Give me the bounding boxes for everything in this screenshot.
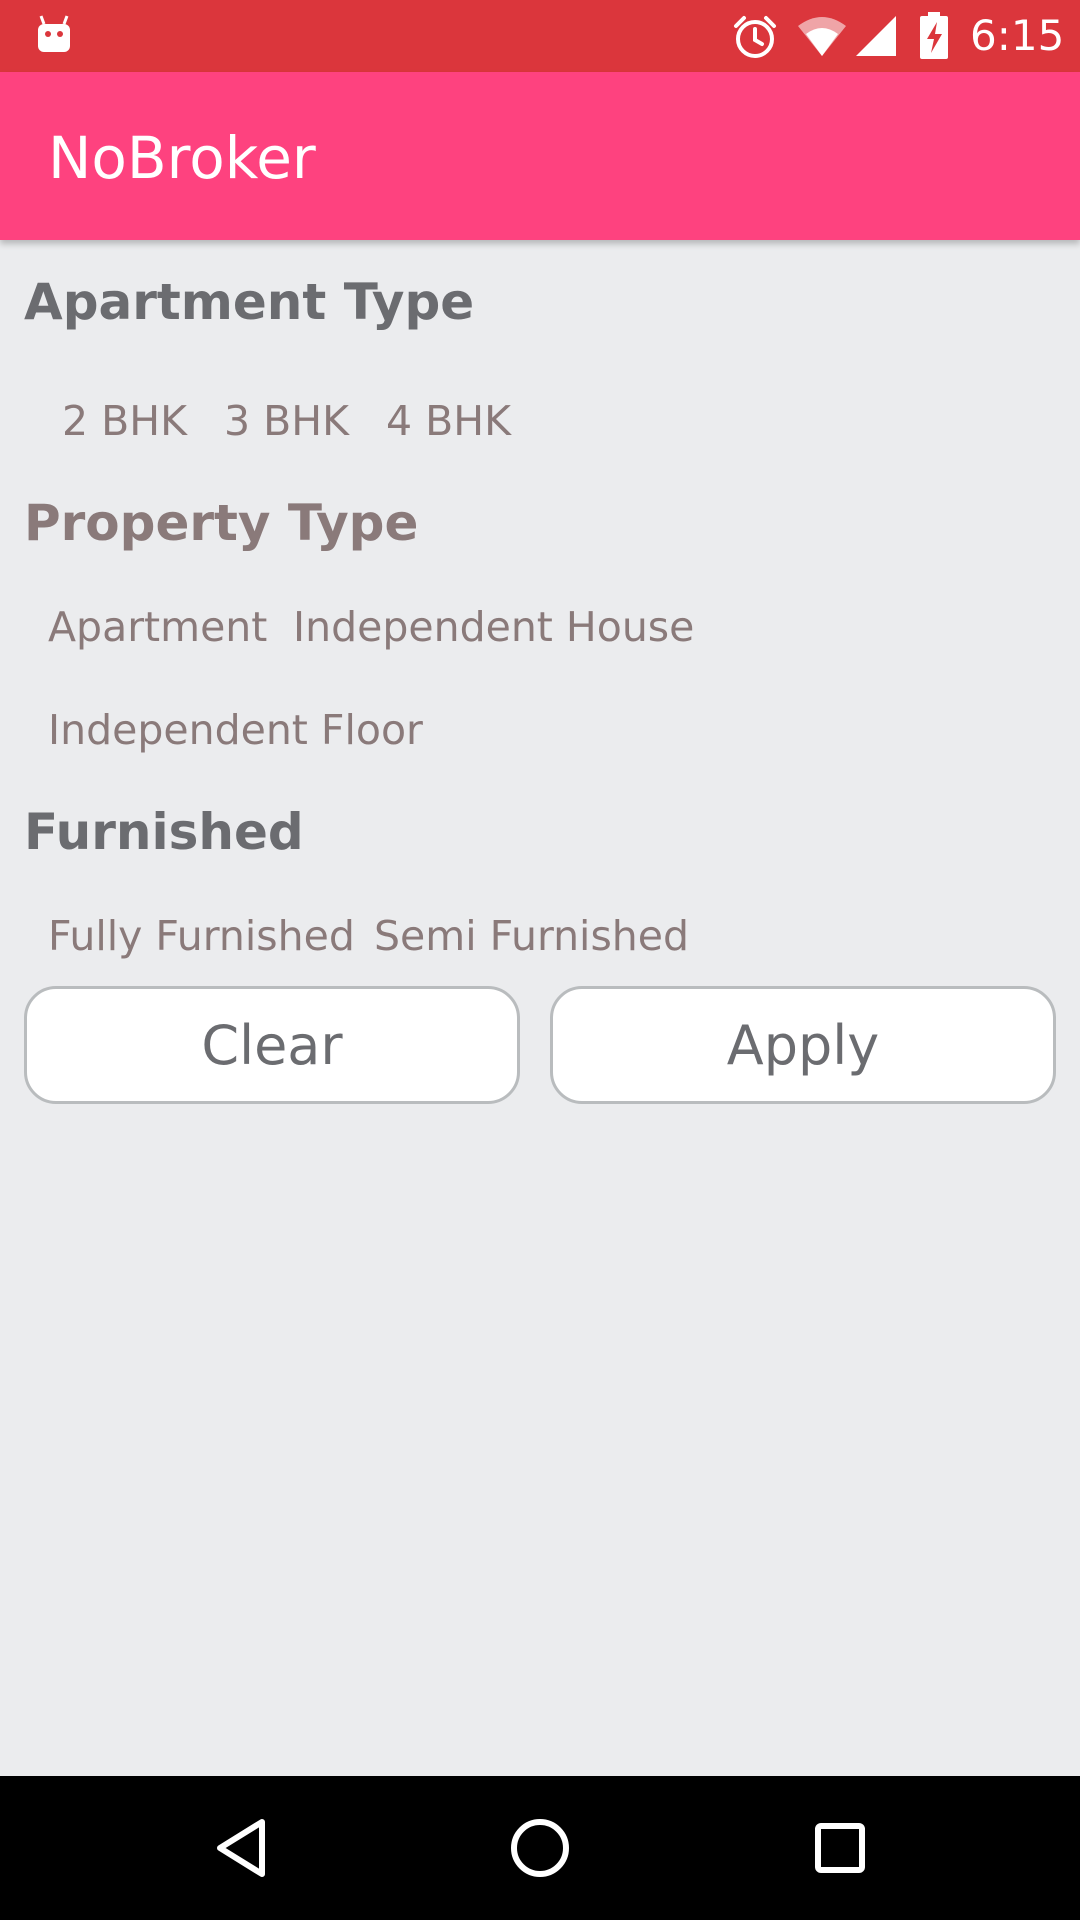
option-independent-floor[interactable]: Independent Floor: [48, 706, 423, 754]
navigation-bar: [0, 1776, 1080, 1920]
android-debug-icon: [36, 14, 72, 54]
back-icon[interactable]: [204, 1812, 276, 1884]
section-title-apartment-type: Apartment Type: [24, 273, 475, 331]
option-independent-house[interactable]: Independent House: [293, 603, 694, 651]
app-bar: NoBroker: [0, 72, 1080, 240]
wifi-icon: [796, 14, 848, 58]
section-title-property-type: Property Type: [24, 494, 419, 552]
section-title-furnished: Furnished: [24, 803, 304, 861]
option-2-bhk[interactable]: 2 BHK: [62, 397, 187, 445]
recents-icon[interactable]: [804, 1812, 876, 1884]
signal-icon: [854, 14, 898, 58]
status-bar: 6:15: [0, 0, 1080, 72]
alarm-icon: [732, 14, 778, 60]
apply-button[interactable]: Apply: [550, 986, 1056, 1104]
clear-button[interactable]: Clear: [24, 986, 520, 1104]
option-semi-furnished[interactable]: Semi Furnished: [374, 912, 689, 960]
screen: 6:15 NoBroker Apartment Type 2 BHK 3 BHK…: [0, 0, 1080, 1920]
battery-charging-icon: [918, 12, 950, 60]
option-fully-furnished[interactable]: Fully Furnished: [48, 912, 355, 960]
option-4-bhk[interactable]: 4 BHK: [386, 397, 511, 445]
option-3-bhk[interactable]: 3 BHK: [224, 397, 349, 445]
home-icon[interactable]: [504, 1812, 576, 1884]
option-apartment[interactable]: Apartment: [48, 603, 267, 651]
status-time: 6:15: [970, 11, 1065, 60]
app-title: NoBroker: [48, 124, 316, 192]
